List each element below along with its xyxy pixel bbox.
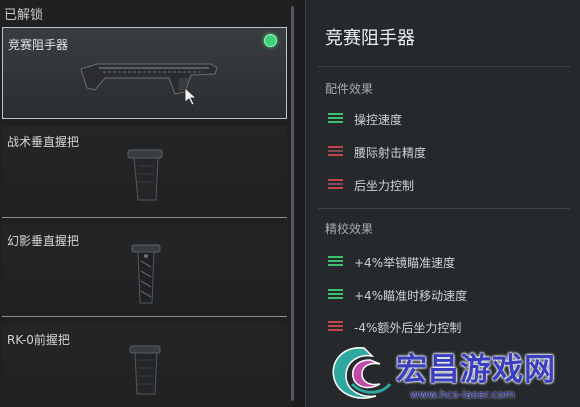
stat-bars-icon [328,179,343,190]
unlocked-section-label: 已解锁 [4,8,44,23]
stat-label: 后坐力控制 [354,179,415,193]
site-watermark: 宏昌游戏网 www.hcs-laser.com [318,340,580,407]
stat-extra-recoil-control: -4%额外后坐力控制 [328,318,568,336]
stat-ads-speed: +4%举镜瞄准速度 [328,253,568,271]
stat-bars-icon [328,321,343,332]
watermark-text: 宏昌游戏网 [396,352,556,388]
attachment-effects-title: 配件效果 [325,82,374,96]
section-divider [318,208,570,209]
stat-label: 操控速度 [354,113,403,127]
item-card-rk0-foregrip[interactable]: RK-0前握把 [2,324,287,407]
item-card-phantom-vertical-grip[interactable]: 幻影垂直握把 [2,225,287,317]
list-scrollbar[interactable] [291,6,294,401]
stat-label: 腰际射击精度 [354,146,427,160]
stat-handling-speed: 操控速度 [328,110,568,128]
stat-label: +4%举镜瞄准速度 [354,256,456,270]
tuning-effects-title: 精校效果 [325,222,374,236]
stat-label: -4%额外后坐力控制 [354,321,462,335]
stat-hipfire-accuracy: 腰际射击精度 [328,143,568,161]
unlocked-list-panel: 已解锁 竞赛阻手器 战术垂直握把 幻影垂直握把 RK-0前握把 [0,0,294,407]
stat-recoil-control: 后坐力控制 [328,176,568,194]
stat-bars-icon [328,289,343,300]
item-card-competition-handstop[interactable]: 竞赛阻手器 [2,27,287,119]
vertical-grip-image [127,149,163,201]
stat-label: +4%瞄准时移动速度 [354,289,468,303]
title-divider [318,66,570,67]
stat-bars-icon [328,256,343,267]
watermark-url: www.hcs-laser.com [410,388,515,401]
stat-bars-icon [328,146,343,157]
rk0-grip-image [129,345,161,395]
skeleton-grip-image [131,244,161,304]
detail-title: 竞赛阻手器 [325,28,415,49]
mouse-cursor-icon [184,87,198,106]
stat-bars-icon [328,113,343,124]
watermark-logo-icon [332,347,392,399]
item-card-tactical-vertical-grip[interactable]: 战术垂直握把 [2,126,287,218]
stat-aim-move-speed: +4%瞄准时移动速度 [328,286,568,304]
